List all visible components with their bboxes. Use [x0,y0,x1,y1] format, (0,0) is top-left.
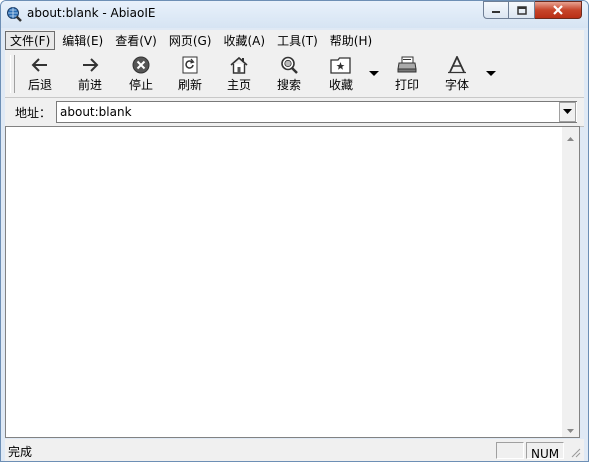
scroll-up-arrow-icon [567,137,574,141]
maximize-icon [516,5,527,15]
stop-button[interactable]: 停止 [121,54,161,96]
print-icon [397,56,417,73]
menu-tools[interactable]: 工具(T) [272,31,323,50]
window-controls [483,1,582,20]
back-label: 后退 [27,78,52,92]
status-text: 完成 [8,445,33,459]
window-title: about:blank - AbiaoIE [27,6,156,20]
close-icon [553,5,563,15]
address-label: 地址： [15,106,52,120]
font-button[interactable]: 字体 [437,54,477,96]
forward-button[interactable]: 前进 [70,54,110,96]
favorites-label: 收藏 [328,78,353,92]
scroll-up-button[interactable] [562,130,579,142]
status-panel-empty [496,442,524,459]
scroll-down-arrow-icon [567,429,574,433]
font-label: 字体 [444,78,469,92]
menu-help[interactable]: 帮助(H) [325,31,377,50]
menu-file[interactable]: 文件(F) [5,31,56,50]
back-arrow-icon [31,58,47,72]
back-button[interactable]: 后退 [20,54,60,96]
search-label: 搜索 [276,78,301,92]
refresh-button[interactable]: 刷新 [170,54,210,96]
refresh-icon [182,56,198,74]
status-panel-num: NUM [526,442,564,461]
search-button[interactable]: 搜索 [269,54,309,96]
close-button[interactable] [535,1,582,19]
stop-label: 停止 [128,78,153,92]
address-input[interactable]: about:blank [56,101,577,123]
address-dropdown-button[interactable] [559,102,576,122]
home-icon [230,56,248,74]
address-bar: 地址： about:blank [5,98,584,127]
search-icon [281,56,298,74]
vertical-scrollbar[interactable] [562,127,579,437]
menu-favorites[interactable]: 收藏(A) [218,31,270,50]
favorites-icon [330,57,351,74]
menu-edit[interactable]: 编辑(E) [57,31,108,50]
maximize-button[interactable] [509,1,535,19]
menu-bar: 文件(F) 编辑(E) 查看(V) 网页(G) 收藏(A) 工具(T) 帮助(H… [5,30,584,52]
ie-globe-magnifier-icon [7,7,22,22]
favorites-button[interactable]: 收藏 [321,54,361,96]
forward-arrow-icon [83,58,99,72]
toolbar: 后退 前进 停止 刷新 主页 搜索 收藏 打印 字体 [5,51,584,98]
chevron-down-icon [563,109,572,114]
scroll-down-button[interactable] [562,422,579,434]
page-content-area[interactable] [5,126,580,438]
status-bar: 完成 NUM [5,439,584,461]
toolbar-grip[interactable] [10,55,15,93]
font-icon [448,56,466,74]
stop-icon [132,56,150,74]
num-lock-indicator: NUM [531,447,560,461]
print-button[interactable]: 打印 [387,54,427,96]
forward-label: 前进 [77,78,102,92]
favorites-dropdown-arrow[interactable] [369,71,379,76]
home-label: 主页 [226,78,251,92]
menu-view[interactable]: 查看(V) [110,31,162,50]
font-dropdown-arrow[interactable] [486,71,496,76]
refresh-label: 刷新 [177,78,202,92]
browser-window: about:blank - AbiaoIE 文件(F) 编辑(E) 查看(V) … [0,0,589,462]
title-bar[interactable]: about:blank - AbiaoIE [1,1,588,28]
menu-page[interactable]: 网页(G) [164,31,217,50]
minimize-button[interactable] [483,1,509,19]
print-label: 打印 [394,78,419,92]
home-button[interactable]: 主页 [219,54,259,96]
resize-grip-icon[interactable] [569,446,581,458]
minimize-icon [492,11,500,13]
